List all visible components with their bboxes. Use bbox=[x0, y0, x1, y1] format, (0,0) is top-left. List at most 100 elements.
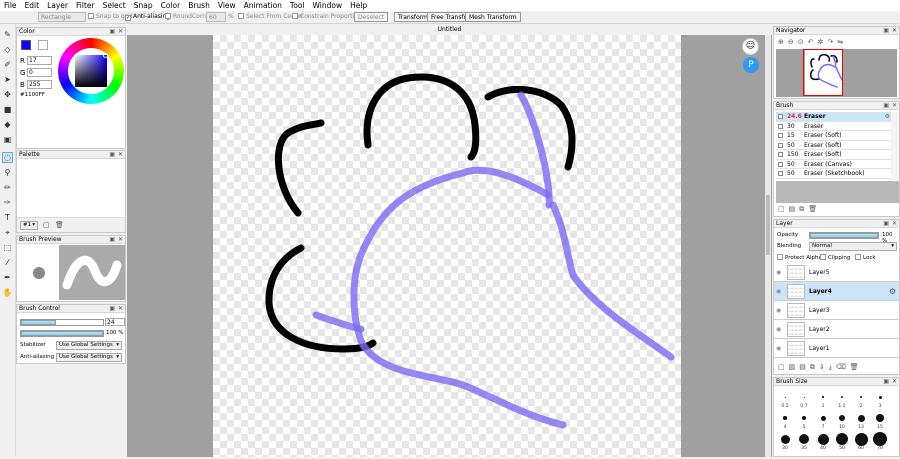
close-icon[interactable]: ✕ bbox=[118, 236, 123, 244]
operation-tool-icon[interactable]: ✥ bbox=[2, 89, 13, 100]
menu-color[interactable]: Color bbox=[157, 0, 185, 11]
layer-visibility-icon[interactable]: ◉ bbox=[776, 345, 783, 352]
protect-alpha-checkbox[interactable]: Protect Alpha bbox=[777, 254, 822, 261]
round-corner-value[interactable]: 60 bbox=[206, 12, 226, 22]
fill-tool-icon[interactable]: ◆ bbox=[2, 119, 13, 130]
brush-size-dot[interactable] bbox=[876, 414, 884, 422]
deselect-button[interactable]: Deselect bbox=[354, 12, 389, 22]
smudge-tool-icon[interactable]: ✐ bbox=[2, 59, 13, 70]
brush-tool-icon[interactable]: ⁄ bbox=[2, 257, 13, 268]
brush-size-field[interactable]: 24 bbox=[105, 318, 125, 326]
close-icon[interactable]: ✕ bbox=[118, 28, 123, 36]
dock-icon[interactable]: ▣ bbox=[883, 102, 889, 110]
brush-item[interactable]: 15 Eraser (Soft) bbox=[776, 131, 891, 141]
canvas[interactable] bbox=[213, 35, 681, 457]
eyedropper-tool-icon[interactable]: ✒ bbox=[2, 272, 13, 283]
brush-size-dot[interactable] bbox=[799, 434, 809, 444]
layer-settings-icon[interactable]: ⚙ bbox=[889, 287, 896, 296]
anti-aliasing-dropdown[interactable]: Use Global Settings bbox=[56, 353, 122, 362]
brush-size-dot[interactable] bbox=[822, 396, 824, 398]
dock-icon[interactable]: ▣ bbox=[883, 27, 889, 35]
navigator-preview[interactable] bbox=[776, 49, 897, 97]
layer-visibility-icon[interactable]: ◉ bbox=[776, 269, 783, 276]
brush-size-dot[interactable] bbox=[857, 414, 865, 422]
dock-icon[interactable]: ▣ bbox=[109, 28, 115, 36]
layer-row[interactable]: ◉ Layer2 bbox=[774, 320, 899, 339]
user-avatar-icon[interactable]: ☺ bbox=[742, 38, 759, 55]
red-value-field[interactable]: 17 bbox=[27, 56, 52, 65]
transfer-layer-icon[interactable]: ⇓ bbox=[819, 363, 829, 371]
new-folder-icon[interactable]: ▤ bbox=[799, 363, 810, 371]
menu-edit[interactable]: Edit bbox=[21, 0, 44, 11]
brush-item[interactable]: 24.6 Eraser ⚙ bbox=[776, 112, 891, 122]
anti-aliasing-checkbox[interactable]: ✓ Anti-aliasing bbox=[125, 12, 170, 22]
brush-opacity-slider[interactable] bbox=[20, 330, 104, 337]
menu-snap[interactable]: Snap bbox=[130, 0, 157, 11]
bucket-tool-icon[interactable]: ■ bbox=[2, 104, 13, 115]
zoom-fit-icon[interactable]: ⊙ bbox=[798, 38, 808, 46]
brush-item[interactable]: 150 Eraser (Soft) bbox=[776, 150, 891, 160]
zoom-out-icon[interactable]: ⊖ bbox=[788, 38, 798, 46]
layer-row[interactable]: ◉ Layer1 bbox=[774, 339, 899, 358]
brush-size-dot[interactable] bbox=[873, 432, 887, 446]
brush-folder-icon[interactable]: ▤ bbox=[789, 205, 800, 213]
brush-item-checkbox[interactable] bbox=[778, 114, 783, 119]
frame-tool-icon[interactable]: ⬚ bbox=[2, 242, 13, 253]
close-icon[interactable]: ✕ bbox=[118, 305, 123, 313]
eraser-tool-icon[interactable]: ◇ bbox=[2, 44, 13, 55]
background-color-swatch[interactable] bbox=[38, 40, 48, 50]
brush-item[interactable]: 50 Eraser (Sketchbook) bbox=[776, 169, 891, 179]
gradient-tool-icon[interactable]: ▣ bbox=[2, 134, 13, 145]
stabilizer-dropdown[interactable]: Use Global Settings bbox=[56, 341, 122, 350]
menu-help[interactable]: Help bbox=[346, 0, 371, 11]
blending-dropdown[interactable]: Normal bbox=[809, 242, 897, 251]
merge-layer-icon[interactable]: ⤓ bbox=[829, 363, 836, 371]
brush-size-dot[interactable] bbox=[841, 396, 843, 398]
vertical-scrollbar-thumb[interactable] bbox=[766, 195, 770, 255]
brush-item[interactable]: 30 Eraser bbox=[776, 122, 891, 131]
dock-icon[interactable]: ▣ bbox=[883, 220, 889, 228]
menu-animation[interactable]: Animation bbox=[240, 0, 286, 11]
lasso-tool-icon[interactable]: ◌ bbox=[2, 152, 13, 163]
dock-icon[interactable]: ▣ bbox=[883, 378, 889, 386]
layer-row[interactable]: ◉ Layer3 bbox=[774, 301, 899, 320]
close-icon[interactable]: ✕ bbox=[892, 102, 897, 110]
menu-layer[interactable]: Layer bbox=[43, 0, 72, 11]
clear-layer-icon[interactable]: ⌫ bbox=[836, 363, 850, 371]
delete-layer-icon[interactable]: 🗑 bbox=[850, 363, 863, 371]
zoom-tool-icon[interactable]: ⚲ bbox=[2, 167, 13, 178]
layer-visibility-icon[interactable]: ◉ bbox=[776, 288, 783, 295]
vertical-scrollbar[interactable] bbox=[765, 35, 771, 457]
copy-brush-icon[interactable]: ⧉ bbox=[799, 205, 808, 213]
blue-value-field[interactable]: 255 bbox=[27, 80, 52, 89]
brush-size-dot[interactable] bbox=[802, 416, 806, 420]
layer-row[interactable]: ◉ Layer4 ⚙ bbox=[774, 282, 899, 301]
layer-visibility-icon[interactable]: ◉ bbox=[776, 326, 783, 333]
brush-item-checkbox[interactable] bbox=[778, 133, 783, 138]
menu-select[interactable]: Select bbox=[99, 0, 130, 11]
rotate-right-icon[interactable]: ↷ bbox=[827, 38, 837, 46]
dock-icon[interactable]: ▣ bbox=[109, 151, 115, 159]
delete-brush-icon[interactable]: 🗑 bbox=[808, 205, 821, 213]
new-layer-icon[interactable]: ▢ bbox=[778, 363, 789, 371]
navigator-viewport-rect[interactable] bbox=[803, 49, 843, 96]
brush-size-dot[interactable] bbox=[820, 415, 826, 421]
brush-item-checkbox[interactable] bbox=[778, 171, 783, 176]
close-icon[interactable]: ✕ bbox=[892, 27, 897, 35]
hand-tool-icon[interactable]: ✋ bbox=[2, 287, 13, 298]
menu-brush[interactable]: Brush bbox=[184, 0, 214, 11]
layer-row[interactable]: ◉ Layer5 bbox=[774, 263, 899, 282]
close-icon[interactable]: ✕ bbox=[118, 151, 123, 159]
menu-file[interactable]: File bbox=[0, 0, 21, 11]
brush-size-slider[interactable] bbox=[20, 319, 104, 326]
brush-item-checkbox[interactable] bbox=[778, 152, 783, 157]
brush-list-scrollbar[interactable] bbox=[891, 112, 899, 180]
foreground-color-swatch[interactable] bbox=[21, 40, 31, 50]
new-brush-icon[interactable]: ▢ bbox=[778, 205, 789, 213]
rotate-left-icon[interactable]: ↶ bbox=[808, 38, 818, 46]
new-palette-icon[interactable]: ▢ bbox=[43, 221, 50, 229]
move-tool-icon[interactable]: ➤ bbox=[2, 74, 13, 85]
layer-visibility-icon[interactable]: ◉ bbox=[776, 307, 783, 314]
clipping-checkbox[interactable]: Clipping bbox=[820, 254, 850, 261]
close-icon[interactable]: ✕ bbox=[892, 378, 897, 386]
